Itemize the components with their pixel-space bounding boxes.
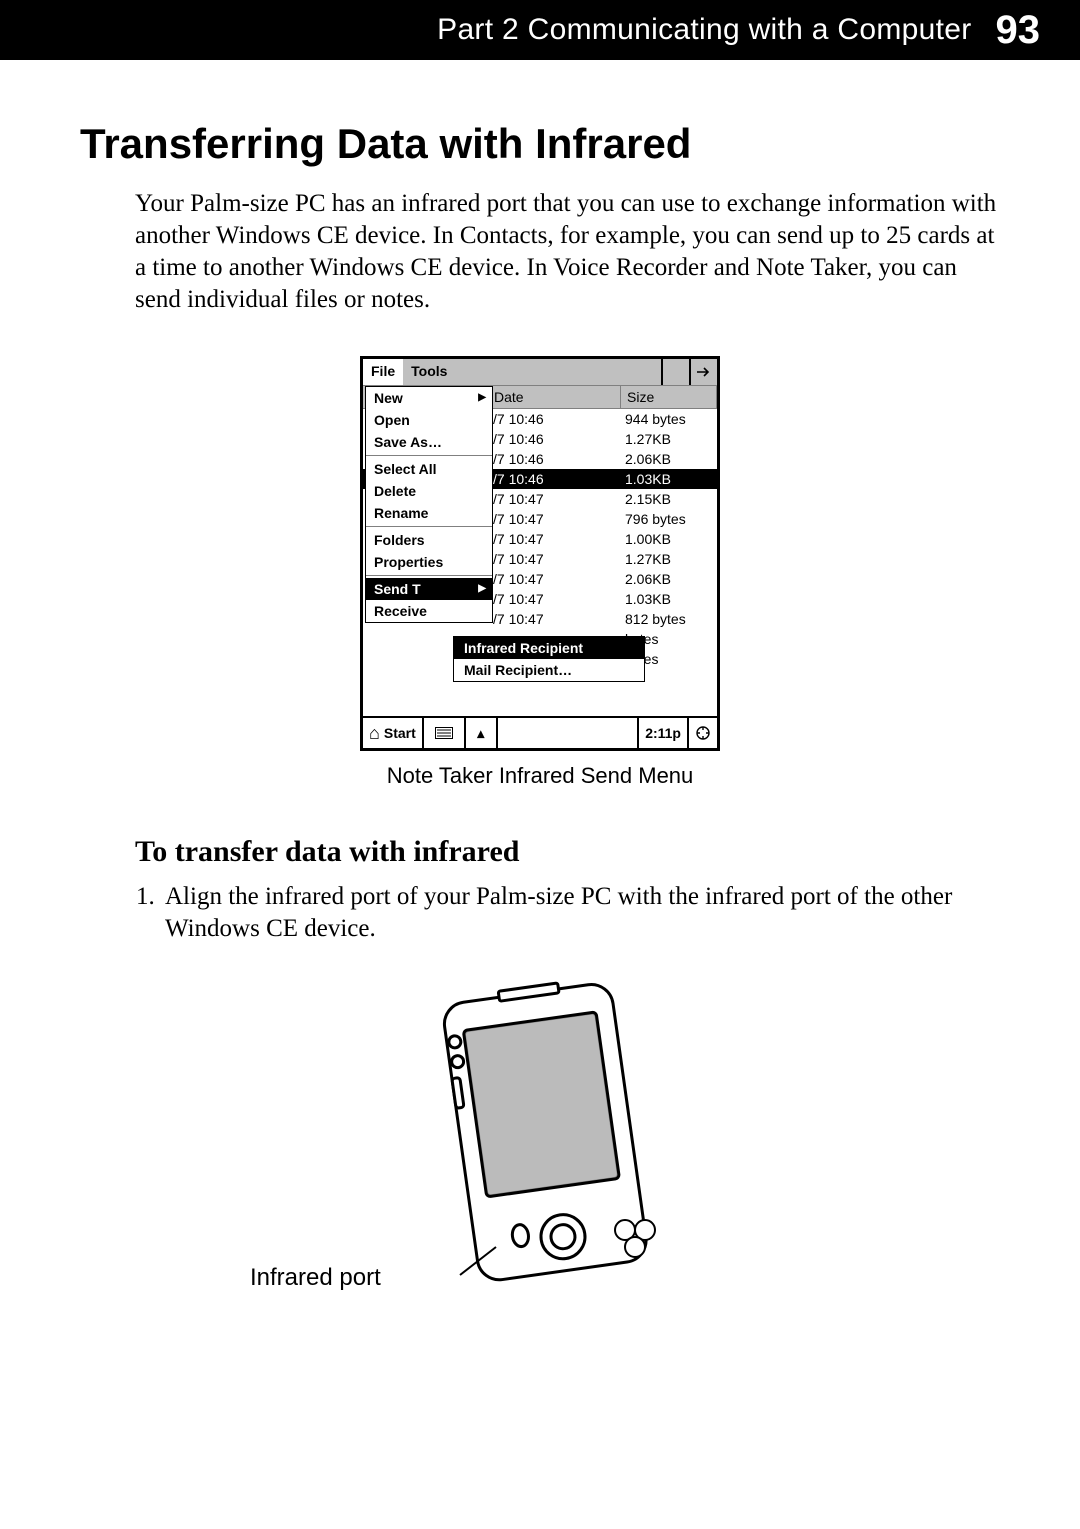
procedure-heading: To transfer data with infrared <box>135 835 1000 869</box>
menu-item[interactable]: Open <box>366 409 492 431</box>
menu-item[interactable]: Receive <box>366 600 492 622</box>
menu-item[interactable]: Folders <box>366 529 492 551</box>
device-taskbar: Start ▴ 2:11p <box>363 716 717 748</box>
header-page-number: 93 <box>996 8 1041 53</box>
up-arrow-icon[interactable]: ▴ <box>466 718 498 748</box>
taskbar-clock[interactable]: 2:11p <box>639 718 689 748</box>
submenu-item[interactable]: Mail Recipient… <box>454 659 644 681</box>
pda-drawing <box>400 975 680 1315</box>
menu-item[interactable]: Save As… <box>366 431 492 453</box>
submenu-item[interactable]: Infrared Recipient <box>454 637 644 659</box>
device-menubar: File Tools <box>363 359 717 386</box>
start-button[interactable]: Start <box>363 718 424 748</box>
col-size-header[interactable]: Size <box>621 386 717 408</box>
keyboard-icon[interactable] <box>424 718 466 748</box>
device-illustration: Infrared port <box>400 975 680 1320</box>
intro-paragraph: Your Palm-size PC has an infrared port t… <box>135 188 1000 316</box>
send-icon[interactable] <box>689 359 717 385</box>
page-title: Transferring Data with Infrared <box>80 120 1000 168</box>
figure-caption: Note Taker Infrared Send Menu <box>80 763 1000 789</box>
infrared-port-label: Infrared port <box>250 1264 381 1292</box>
file-dropdown: NewOpenSave As… Select AllDeleteRename Fol… <box>365 386 493 623</box>
menu-item[interactable]: New <box>366 387 492 409</box>
procedure-steps: Align the infrared port of your Palm-siz… <box>135 881 1000 945</box>
menu-item[interactable]: Delete <box>366 480 492 502</box>
device-screenshot: File Tools Date Size /7 10:46944 bytes/7… <box>360 356 720 751</box>
page-header: Part 2 Communicating with a Computer 93 <box>0 0 1080 60</box>
menu-item[interactable]: Send T <box>366 578 492 600</box>
header-part: Part 2 Communicating with a Computer <box>437 13 971 47</box>
menubar-separator <box>661 359 689 385</box>
menu-item[interactable]: Properties <box>366 551 492 573</box>
send-to-submenu: Infrared RecipientMail Recipient… <box>453 636 645 682</box>
menu-tools[interactable]: Tools <box>403 359 455 385</box>
col-date-header[interactable]: Date <box>488 386 621 408</box>
step: Align the infrared port of your Palm-siz… <box>161 881 1000 945</box>
menu-file[interactable]: File <box>363 359 403 385</box>
menu-item[interactable]: Select All <box>366 458 492 480</box>
menu-item[interactable]: Rename <box>366 502 492 524</box>
tray-icon[interactable] <box>689 718 717 748</box>
